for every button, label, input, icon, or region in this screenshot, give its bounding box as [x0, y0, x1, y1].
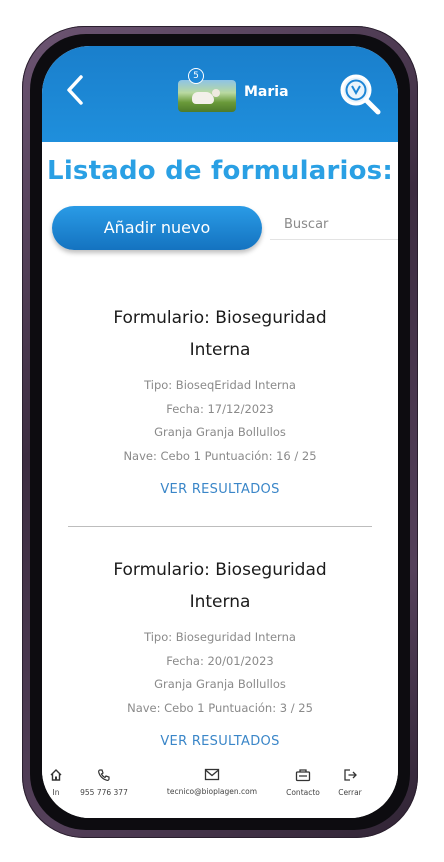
search-icon[interactable]: [338, 72, 384, 118]
back-button[interactable]: [60, 74, 90, 110]
form-title-line: Interna: [189, 592, 251, 612]
contact-icon: [295, 769, 311, 782]
nav-email[interactable]: tecnico@bioplagen.com: [148, 768, 276, 796]
form-barn-score: Nave: Cebo 1 Puntuación: 3 / 25: [127, 700, 313, 715]
form-info: Tipo: BioseqEridad Interna Fecha: 17/12/…: [42, 374, 398, 468]
form-title-line: Interna: [189, 340, 251, 360]
nav-contact[interactable]: Contacto: [280, 768, 326, 797]
search-input[interactable]: [270, 210, 398, 240]
mail-icon: [204, 768, 220, 781]
magnifier-icon: [340, 74, 381, 115]
avatar: [178, 80, 236, 112]
nav-home-label: In: [52, 788, 60, 797]
form-card: Formulario: Bioseguridad Interna Tipo: B…: [42, 302, 398, 497]
form-type: Tipo: Bioseguridad Interna: [144, 630, 296, 644]
phone-icon: [98, 769, 110, 781]
view-results-link[interactable]: VER RESULTADOS: [42, 482, 398, 497]
chevron-left-icon: [67, 75, 83, 105]
form-title: Formulario: Bioseguridad Interna: [90, 554, 350, 618]
nav-email-label: tecnico@bioplagen.com: [166, 787, 258, 796]
form-info: Tipo: Bioseguridad Interna Fecha: 20/01/…: [42, 626, 398, 720]
logout-icon: [343, 769, 357, 781]
notification-badge: 5: [188, 68, 204, 84]
form-farm: Granja Granja Bollullos: [154, 425, 286, 439]
bottom-nav: In 955 776 377 tecnico@bioplagen.com Con…: [42, 758, 398, 818]
nav-logout-label: Cerrar: [338, 788, 362, 797]
user-avatar-group[interactable]: 5: [178, 68, 236, 112]
form-title-line: Formulario: Bioseguridad: [113, 560, 327, 580]
home-icon: [50, 769, 62, 781]
phone-bezel: 5 Maria Listado de formularios: Añadir n…: [30, 34, 410, 830]
nav-phone[interactable]: 955 776 377: [72, 768, 136, 797]
form-type: Tipo: BioseqEridad Interna: [144, 378, 296, 392]
farm-animal-head: [212, 89, 220, 97]
user-name: Maria: [244, 84, 289, 100]
nav-contact-label: Contacto: [286, 788, 320, 797]
form-date: Fecha: 17/12/2023: [166, 401, 274, 416]
page-title: Listado de formularios:: [47, 156, 393, 186]
form-farm: Granja Granja Bollullos: [154, 677, 286, 691]
form-date: Fecha: 20/01/2023: [166, 653, 274, 668]
form-title: Formulario: Bioseguridad Interna: [90, 302, 350, 366]
form-title-line: Formulario: Bioseguridad: [113, 308, 327, 328]
form-barn-score: Nave: Cebo 1 Puntuación: 16 / 25: [123, 448, 317, 463]
app-header: 5 Maria: [42, 46, 398, 142]
phone-frame: 5 Maria Listado de formularios: Añadir n…: [22, 26, 418, 838]
view-results-link[interactable]: VER RESULTADOS: [42, 734, 398, 749]
divider: [68, 526, 372, 527]
nav-phone-label: 955 776 377: [80, 788, 128, 797]
farm-animal-image: [192, 92, 214, 104]
form-card: Formulario: Bioseguridad Interna Tipo: B…: [42, 554, 398, 749]
nav-logout[interactable]: Cerrar: [332, 768, 368, 797]
nav-home[interactable]: In: [46, 768, 66, 797]
add-new-button[interactable]: Añadir nuevo: [52, 206, 262, 250]
app-screen: 5 Maria Listado de formularios: Añadir n…: [42, 46, 398, 818]
